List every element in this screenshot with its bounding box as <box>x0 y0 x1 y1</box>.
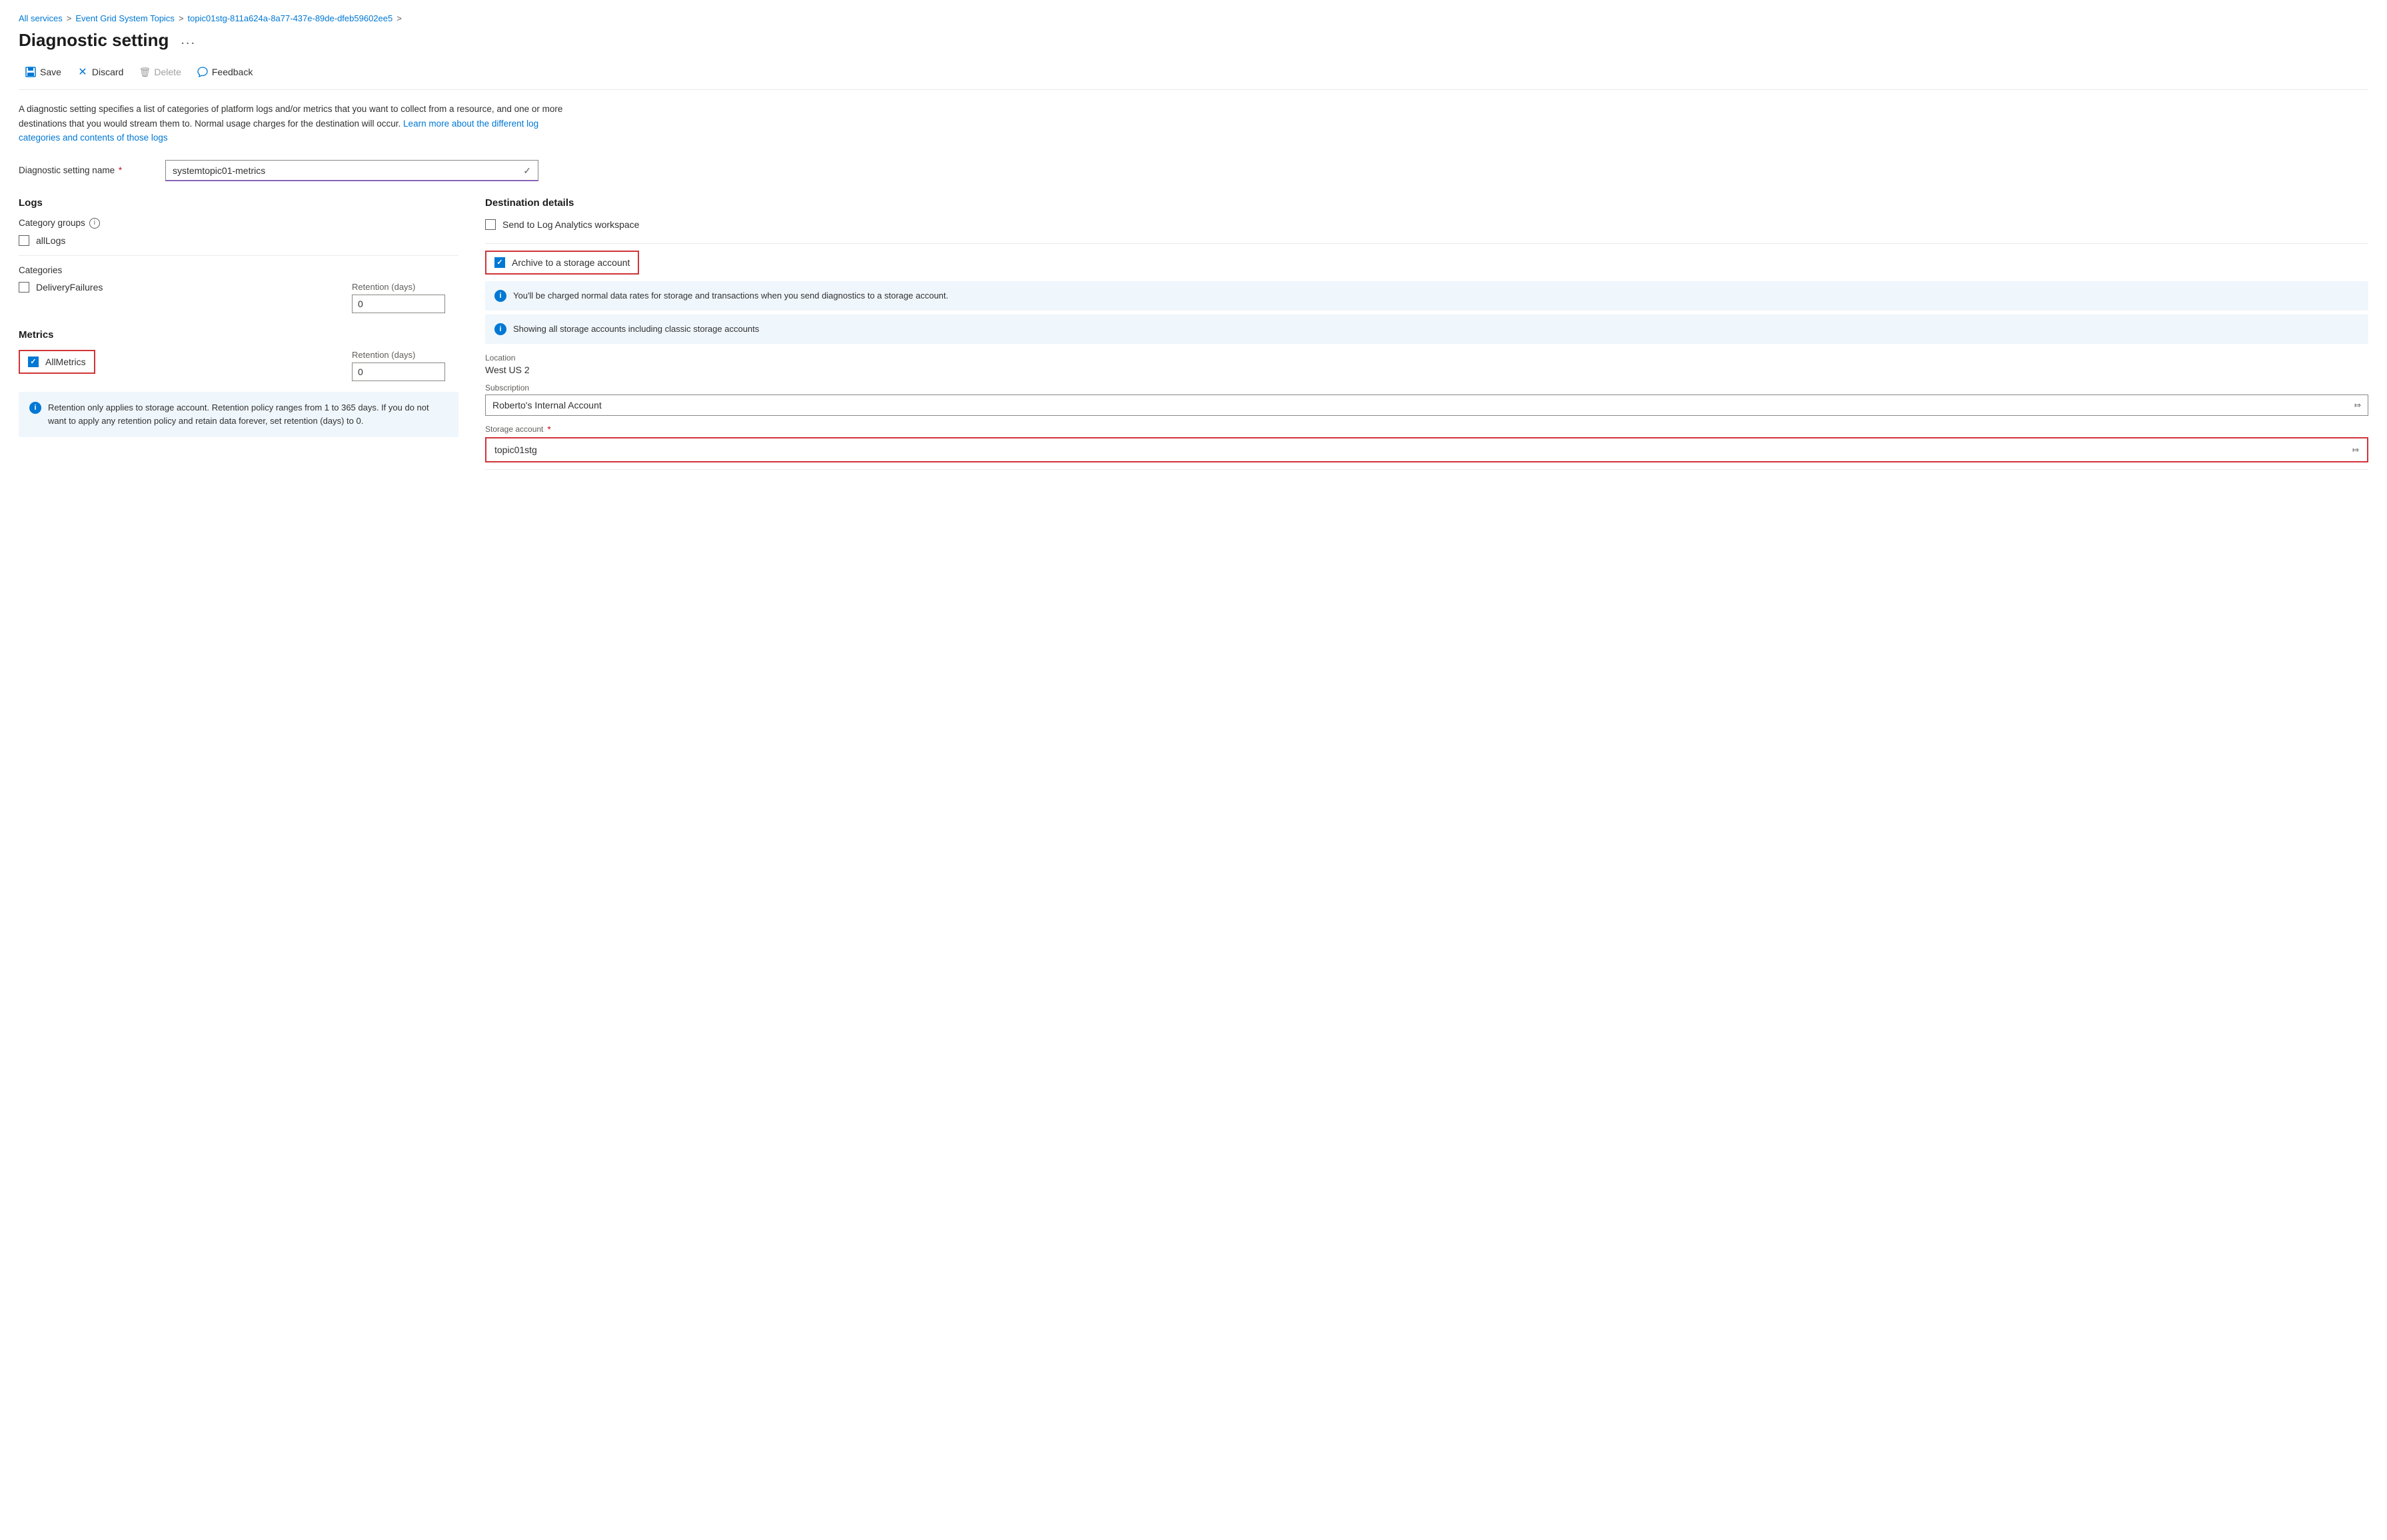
category-groups-label: Category groups <box>19 218 85 228</box>
destination-title: Destination details <box>485 197 2368 209</box>
feedback-button[interactable]: Feedback <box>191 63 259 81</box>
info-box-icon: i <box>29 402 41 414</box>
categories-label: Categories <box>19 265 458 275</box>
page-title: Diagnostic setting <box>19 30 169 51</box>
discard-label: Discard <box>92 67 123 77</box>
archive-storage-option: Archive to a storage account i You'll be… <box>485 251 2368 470</box>
logs-divider <box>19 255 458 256</box>
subscription-dropdown[interactable]: Roberto's Internal Account ⤇ <box>485 394 2368 416</box>
allmetrics-left: AllMetrics <box>19 350 339 381</box>
allLogs-label: allLogs <box>36 235 65 246</box>
info-note-2-text: Showing all storage accounts including c… <box>513 323 759 336</box>
retention-info-box: i Retention only applies to storage acco… <box>19 392 458 437</box>
breadcrumb-topic[interactable]: topic01stg-811a624a-8a77-437e-89de-dfeb5… <box>188 13 393 23</box>
subscription-label: Subscription <box>485 383 2368 392</box>
setting-name-input-wrapper: ✓ <box>165 160 538 181</box>
delete-button[interactable]: 🗑 Delete <box>133 63 187 81</box>
setting-name-label: Diagnostic setting name * <box>19 165 152 175</box>
delivery-failures-checkbox[interactable] <box>19 282 29 293</box>
delete-label: Delete <box>154 67 181 77</box>
logs-section-title: Logs <box>19 197 458 209</box>
categories-section: Categories DeliveryFailures Retention (d… <box>19 265 458 313</box>
save-label: Save <box>40 67 61 77</box>
archive-highlighted-wrapper: Archive to a storage account <box>485 251 639 275</box>
storage-account-section: Storage account * topic01stg ⤇ <box>485 424 2368 462</box>
storage-account-highlighted-border: topic01stg ⤇ <box>485 437 2368 462</box>
location-label: Location <box>485 353 2368 363</box>
delivery-retention-label: Retention (days) <box>352 282 458 292</box>
allLogs-row: allLogs <box>19 235 458 246</box>
delete-icon: 🗑 <box>139 67 150 77</box>
log-analytics-label: Send to Log Analytics workspace <box>502 219 639 230</box>
page-title-row: Diagnostic setting ... <box>19 30 2368 51</box>
storage-account-dropdown[interactable]: topic01stg ⤇ <box>488 440 2366 460</box>
info-note-1-text: You'll be charged normal data rates for … <box>513 289 948 303</box>
storage-info-note-1: i You'll be charged normal data rates fo… <box>485 281 2368 311</box>
log-analytics-row: Send to Log Analytics workspace <box>485 219 2368 230</box>
location-section: Location West US 2 <box>485 353 2368 375</box>
storage-account-label-row: Storage account * <box>485 424 2368 434</box>
storage-account-value: topic01stg <box>494 444 537 455</box>
metrics-section: Metrics AllMetrics Retention (days) i Re… <box>19 329 458 437</box>
feedback-label: Feedback <box>212 67 253 77</box>
allLogs-checkbox[interactable] <box>19 235 29 246</box>
delivery-failures-row: DeliveryFailures Retention (days) <box>19 282 458 313</box>
delivery-failures-label: DeliveryFailures <box>36 282 103 293</box>
allmetrics-highlighted: AllMetrics <box>19 350 95 374</box>
storage-info-note-2: i Showing all storage accounts including… <box>485 315 2368 344</box>
breadcrumb-sep-3: > <box>397 13 402 23</box>
info-box-text: Retention only applies to storage accoun… <box>48 401 448 428</box>
allmetrics-retention: Retention (days) <box>352 350 458 381</box>
metrics-section-title: Metrics <box>19 329 458 341</box>
breadcrumb-sep-2: > <box>179 13 184 23</box>
archive-storage-checkbox[interactable] <box>494 257 505 268</box>
metrics-retention-input[interactable] <box>352 363 445 381</box>
delivery-retention-input[interactable] <box>352 295 445 313</box>
required-star: * <box>116 165 122 175</box>
ellipsis-button[interactable]: ... <box>177 31 200 49</box>
storage-required-star: * <box>547 424 550 434</box>
storage-account-label: Storage account <box>485 424 543 434</box>
discard-button[interactable]: ✕ Discard <box>71 63 130 81</box>
category-groups-subsection: Category groups i <box>19 218 458 229</box>
breadcrumb: All services > Event Grid System Topics … <box>19 13 2368 23</box>
storage-chevron-icon: ⤇ <box>2352 445 2359 454</box>
setting-name-row: Diagnostic setting name * ✓ <box>19 160 2368 181</box>
allmetrics-label: AllMetrics <box>45 357 86 367</box>
allmetrics-checkbox[interactable] <box>28 357 39 367</box>
log-analytics-checkbox[interactable] <box>485 219 496 230</box>
info-note-2-icon: i <box>494 323 506 335</box>
metrics-retention-label: Retention (days) <box>352 350 458 360</box>
save-button[interactable]: Save <box>19 63 68 81</box>
breadcrumb-sep-1: > <box>67 13 72 23</box>
delivery-failures-left: DeliveryFailures <box>19 282 339 299</box>
right-column: Destination details Send to Log Analytic… <box>485 197 2368 476</box>
location-value: West US 2 <box>485 365 2368 375</box>
subscription-section: Subscription Roberto's Internal Account … <box>485 383 2368 416</box>
setting-name-input[interactable] <box>173 165 499 176</box>
breadcrumb-all-services[interactable]: All services <box>19 13 63 23</box>
subscription-chevron-icon: ⤇ <box>2354 400 2361 410</box>
log-analytics-option: Send to Log Analytics workspace <box>485 219 2368 244</box>
save-icon <box>25 67 36 77</box>
input-check-icon: ✓ <box>523 165 531 177</box>
archive-storage-label: Archive to a storage account <box>512 257 630 268</box>
category-groups-info-icon[interactable]: i <box>89 218 100 229</box>
discard-icon: ✕ <box>77 67 88 77</box>
feedback-icon <box>197 67 208 77</box>
two-column-layout: Logs Category groups i allLogs Categorie… <box>19 197 2368 476</box>
logs-section: Logs Category groups i allLogs Categorie… <box>19 197 458 313</box>
delivery-failures-checkbox-row: DeliveryFailures <box>19 282 339 293</box>
delivery-failures-retention: Retention (days) <box>352 282 458 313</box>
subscription-value: Roberto's Internal Account <box>492 400 602 410</box>
info-note-1-icon: i <box>494 290 506 302</box>
allmetrics-row: AllMetrics Retention (days) <box>19 350 458 381</box>
toolbar: Save ✕ Discard 🗑 Delete Feedback <box>19 63 2368 90</box>
breadcrumb-event-grid[interactable]: Event Grid System Topics <box>75 13 175 23</box>
left-column: Logs Category groups i allLogs Categorie… <box>19 197 458 437</box>
description: A diagnostic setting specifies a list of… <box>19 102 565 145</box>
